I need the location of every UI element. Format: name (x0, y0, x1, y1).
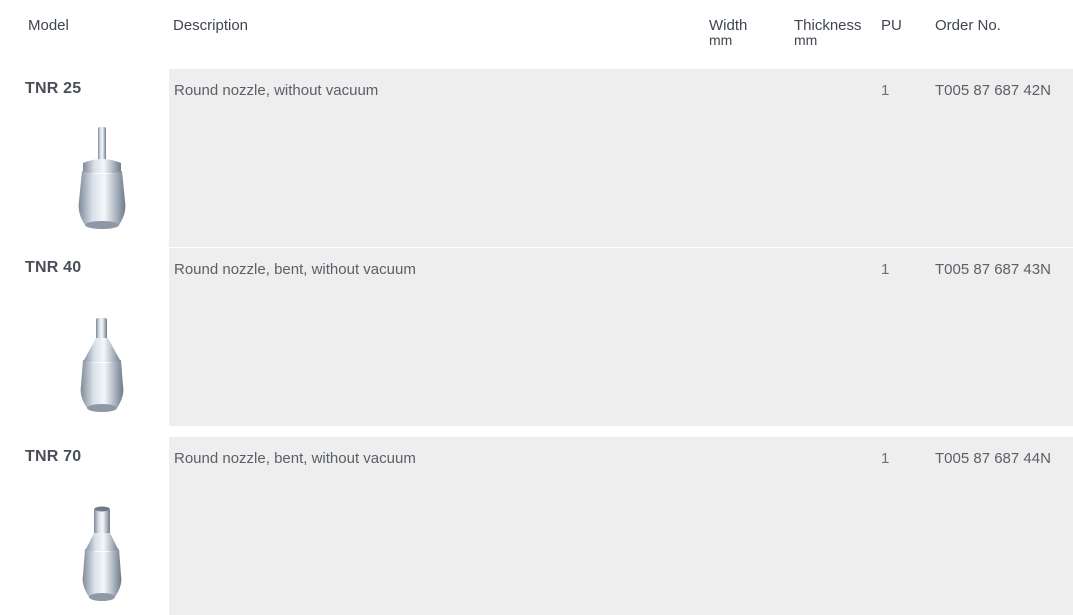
header-thickness: Thickness mm (794, 18, 862, 48)
round-nozzle-icon (78, 127, 126, 229)
order-no-cell: T005 87 687 44N (935, 450, 1051, 467)
table-row: TNR 70 Round nozzle, bent, without vacuu… (0, 437, 1073, 615)
header-pu: PU (881, 17, 902, 34)
product-table: Model Description Width mm Thickness mm … (0, 0, 1073, 615)
bent-nozzle-icon (82, 506, 122, 601)
header-order-no: Order No. (935, 17, 1001, 34)
description-cell: Round nozzle, without vacuum (174, 82, 379, 99)
model-name: TNR 70 (25, 448, 82, 465)
header-model: Model (28, 17, 69, 34)
model-cell: TNR 70 (22, 437, 167, 615)
model-cell: TNR 25 (22, 69, 167, 247)
pu-cell: 1 (881, 82, 890, 99)
header-width: Width mm (709, 18, 747, 48)
header-width-unit: mm (709, 32, 733, 48)
model-name: TNR 40 (25, 259, 82, 276)
table-row: TNR 25 Round nozzle, without vacuum 1 T0… (0, 69, 1073, 247)
model-cell: TNR 40 (22, 248, 167, 426)
header-thickness-unit: mm (794, 32, 818, 48)
order-no-cell: T005 87 687 42N (935, 82, 1051, 99)
header-description: Description (173, 17, 249, 34)
order-no-cell: T005 87 687 43N (935, 261, 1051, 278)
table-row: TNR 40 Round nozzle, bent, without vacuu… (0, 248, 1073, 426)
model-name: TNR 25 (25, 80, 82, 97)
pu-cell: 1 (881, 450, 890, 467)
table-header: Model Description Width mm Thickness mm … (0, 18, 1073, 62)
description-cell: Round nozzle, bent, without vacuum (174, 450, 416, 467)
bent-nozzle-icon (80, 318, 124, 412)
pu-cell: 1 (881, 261, 890, 278)
description-cell: Round nozzle, bent, without vacuum (174, 261, 416, 278)
